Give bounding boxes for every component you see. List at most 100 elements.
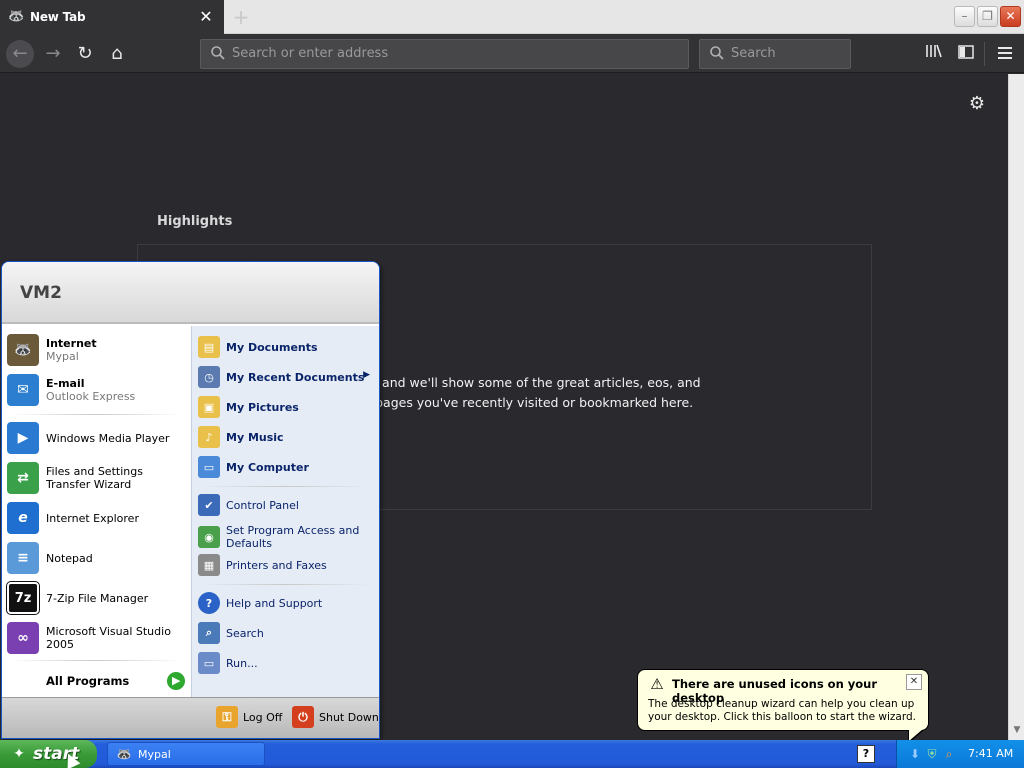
address-bar[interactable]: [200, 39, 689, 69]
menu-separator: [200, 486, 370, 487]
start-menu-header: VM2: [2, 262, 379, 324]
power-icon: ⏻: [292, 706, 314, 728]
recent-item-label: 7-Zip File Manager: [46, 591, 149, 605]
transfer-wizard-icon: ⇄: [7, 462, 39, 494]
security-icon[interactable]: ⛨: [924, 746, 940, 762]
recent-item-label: Files and Settings Transfer Wizard: [46, 465, 143, 491]
visual-studio-icon: ∞: [7, 622, 39, 654]
system-printers-faxes[interactable]: ▦ Printers and Faxes: [198, 554, 376, 576]
place-my-computer[interactable]: ▭ My Computer: [198, 456, 376, 478]
pinned-item-sublabel: Mypal: [46, 350, 79, 363]
gear-icon[interactable]: ⚙: [967, 94, 987, 114]
menu-separator: [10, 660, 182, 661]
support-label: Help and Support: [226, 596, 323, 610]
menu-separator: [200, 584, 370, 585]
navigation-toolbar: ← → ↻ ⌂: [0, 34, 1024, 73]
recent-item-media-player[interactable]: ▶ Windows Media Player: [7, 422, 187, 454]
my-pictures-icon: ▣: [198, 396, 220, 418]
start-button[interactable]: ✦ start: [0, 740, 97, 768]
recent-item-visual-studio[interactable]: ∞ Microsoft Visual Studio 2005: [7, 622, 187, 654]
search-icon[interactable]: ⌕: [941, 746, 957, 762]
scroll-down-icon[interactable]: ▼: [1009, 724, 1024, 736]
recent-item-label: Windows Media Player: [46, 431, 170, 445]
back-button[interactable]: ←: [6, 40, 34, 68]
search-icon: ⌕: [198, 622, 220, 644]
system-tray: ⬇ ⛨ ⌕ 7:41 AM: [896, 740, 1024, 768]
support-help[interactable]: ? Help and Support: [198, 592, 376, 614]
all-programs-label: All Programs: [46, 674, 130, 688]
main-menu-button[interactable]: [994, 43, 1016, 65]
system-program-access[interactable]: ◉ Set Program Access and Defaults: [198, 524, 376, 550]
search-icon: [211, 46, 225, 60]
tab-bar: 🦝 New Tab ✕ + – ❐ ✕: [0, 0, 1024, 34]
all-programs-button[interactable]: All Programs ▶: [46, 672, 186, 690]
recent-item-label: Internet Explorer: [46, 511, 139, 525]
my-computer-icon: ▭: [198, 456, 220, 478]
search-icon: [710, 46, 724, 60]
pinned-item-email[interactable]: ✉ E-mail Outlook Express: [7, 374, 187, 406]
desktop-cleanup-balloon[interactable]: ⚠ There are unused icons on your desktop…: [637, 669, 929, 744]
windows-logo-icon: ✦: [13, 746, 25, 762]
vertical-scrollbar[interactable]: ▼: [1008, 74, 1024, 740]
support-search[interactable]: ⌕ Search: [198, 622, 376, 644]
menu-separator: [10, 414, 182, 415]
recent-item-notepad[interactable]: ≡ Notepad: [7, 542, 187, 574]
mypal-raccoon-icon: 🦝: [7, 334, 39, 366]
support-run[interactable]: ▭ Run...: [198, 652, 376, 674]
sidebar-button[interactable]: [955, 43, 977, 65]
start-menu-programs-column: 🦝 Internet Mypal ✉ E-mail Outlook Express …: [2, 326, 191, 697]
mypal-raccoon-icon: 🦝: [116, 747, 132, 761]
home-button[interactable]: ⌂: [103, 40, 131, 68]
hamburger-menu-icon: [998, 47, 1012, 59]
notepad-icon: ≡: [7, 542, 39, 574]
start-menu-places-column: ▤ My Documents ◷ My Recent Documents ▶ ▣…: [191, 326, 379, 697]
shut-down-button[interactable]: ⏻ Shut Down: [292, 706, 379, 728]
maximize-button[interactable]: ❐: [977, 6, 998, 27]
pinned-item-internet[interactable]: 🦝 Internet Mypal: [7, 334, 187, 366]
mypal-raccoon-icon: 🦝: [8, 9, 25, 24]
help-icon: ?: [198, 592, 220, 614]
recent-item-transfer-wizard[interactable]: ⇄ Files and Settings Transfer Wizard: [7, 462, 187, 494]
place-my-documents[interactable]: ▤ My Documents: [198, 336, 376, 358]
toolbar-separator: [984, 42, 985, 66]
system-label: Set Program Access and Defaults: [226, 524, 360, 550]
program-defaults-icon: ◉: [198, 526, 220, 548]
close-window-button[interactable]: ✕: [1000, 6, 1021, 27]
clock[interactable]: 7:41 AM: [968, 747, 1013, 760]
recent-documents-icon: ◷: [198, 366, 220, 388]
internet-explorer-icon: e: [7, 502, 39, 534]
place-my-music[interactable]: ♪ My Music: [198, 426, 376, 448]
tab-new-tab[interactable]: 🦝 New Tab ✕: [0, 0, 224, 34]
address-input[interactable]: [232, 40, 682, 68]
recent-item-internet-explorer[interactable]: e Internet Explorer: [7, 502, 187, 534]
start-menu-footer: ⚿ Log Off ⏻ Shut Down: [2, 697, 379, 738]
my-documents-icon: ▤: [198, 336, 220, 358]
place-label: My Computer: [226, 460, 309, 474]
network-icon[interactable]: ⬇: [907, 746, 923, 762]
recent-item-label: Microsoft Visual Studio 2005: [46, 625, 171, 651]
place-my-recent-documents[interactable]: ◷ My Recent Documents ▶: [198, 366, 376, 388]
help-icon[interactable]: ?: [857, 745, 875, 763]
place-my-pictures[interactable]: ▣ My Pictures: [198, 396, 376, 418]
minimize-button[interactable]: –: [954, 6, 975, 27]
taskbar-button-mypal[interactable]: 🦝 Mypal: [107, 742, 265, 766]
system-label: Control Panel: [226, 498, 299, 512]
log-off-button[interactable]: ⚿ Log Off: [216, 706, 282, 728]
reload-button[interactable]: ↻: [71, 40, 99, 68]
place-label: My Documents: [226, 340, 318, 354]
log-off-label: Log Off: [243, 710, 283, 724]
recent-item-seven-zip[interactable]: 7z 7-Zip File Manager: [6, 581, 187, 615]
system-label: Printers and Faxes: [226, 558, 327, 572]
desktop-screen: 🦝 New Tab ✕ + – ❐ ✕ ← → ↻ ⌂ Search or en…: [0, 0, 1024, 768]
tab-close-icon[interactable]: ✕: [198, 9, 214, 25]
forward-button[interactable]: →: [39, 40, 67, 68]
pinned-item-label: Internet: [46, 337, 97, 350]
balloon-close-icon[interactable]: ✕: [906, 674, 922, 690]
media-player-icon: ▶: [7, 422, 39, 454]
library-icon: [926, 44, 942, 58]
new-tab-button[interactable]: +: [228, 4, 254, 30]
search-input[interactable]: [731, 40, 846, 68]
search-bar[interactable]: [699, 39, 851, 69]
library-button[interactable]: [923, 43, 945, 65]
system-control-panel[interactable]: ✔ Control Panel: [198, 494, 376, 516]
